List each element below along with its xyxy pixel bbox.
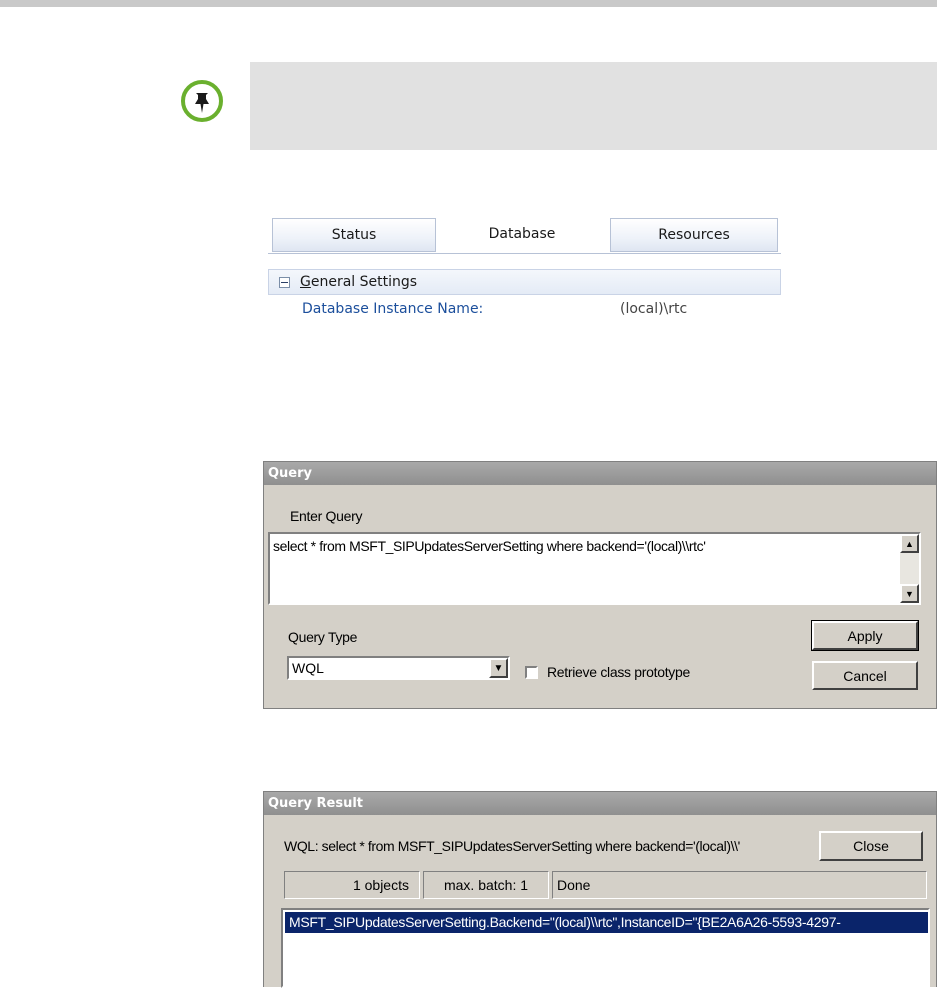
enter-query-label: Enter Query — [290, 508, 363, 524]
group-title: General Settings — [300, 274, 418, 290]
result-status-bar: 1 objects max. batch: 1 Done — [284, 871, 930, 899]
result-list[interactable]: MSFT_SIPUpdatesServerSetting.Backend="(l… — [281, 908, 930, 988]
query-result-dialog: Query Result WQL: select * from MSFT_SIP… — [263, 791, 937, 988]
note-box — [250, 62, 937, 150]
query-state: Done — [552, 871, 927, 899]
scroll-down-icon[interactable]: ▼ — [900, 584, 919, 603]
tab-resources[interactable]: Resources — [610, 218, 778, 252]
query-text[interactable]: select * from MSFT_SIPUpdatesServerSetti… — [273, 538, 706, 554]
query-type-label: Query Type — [288, 629, 358, 645]
query-dialog: Query Enter Query select * from MSFT_SIP… — [263, 461, 937, 709]
batch-size: max. batch: 1 — [423, 871, 549, 899]
setting-value: (local)\rtc — [620, 301, 688, 317]
setting-row-database-instance: Database Instance Name: (local)\rtc — [268, 296, 781, 322]
dropdown-arrow-icon[interactable]: ▼ — [489, 658, 508, 678]
dialog-title: Query — [264, 462, 936, 485]
retrieve-class-prototype-label[interactable]: Retrieve class prototype — [547, 664, 690, 680]
tab-strip: Status Database Resources — [268, 212, 781, 254]
dialog-title: Query Result — [264, 792, 936, 815]
cancel-button[interactable]: Cancel — [812, 661, 918, 690]
query-type-value: WQL — [292, 660, 324, 676]
wql-query-text: WQL: select * from MSFT_SIPUpdatesServer… — [284, 838, 740, 854]
server-properties-panel: Status Database Resources General Settin… — [268, 212, 781, 337]
tab-database[interactable]: Database — [438, 214, 606, 254]
tab-underline — [268, 253, 781, 254]
list-item[interactable]: MSFT_SIPUpdatesServerSetting.Backend="(l… — [285, 912, 928, 933]
minus-box-icon[interactable] — [279, 276, 290, 288]
general-settings-group[interactable]: General Settings — [268, 269, 781, 295]
tab-status[interactable]: Status — [272, 218, 436, 252]
scroll-up-icon[interactable]: ▲ — [900, 534, 919, 553]
retrieve-class-prototype-checkbox[interactable] — [525, 666, 538, 679]
pushpin-note-icon — [181, 80, 223, 122]
apply-button[interactable]: Apply — [811, 620, 919, 651]
object-count: 1 objects — [284, 871, 420, 899]
close-button[interactable]: Close — [819, 831, 923, 861]
top-rule — [0, 0, 937, 7]
query-type-select[interactable]: WQL ▼ — [287, 656, 510, 680]
query-scrollbar[interactable]: ▲ ▼ — [900, 534, 919, 603]
query-textarea[interactable]: select * from MSFT_SIPUpdatesServerSetti… — [268, 532, 921, 605]
setting-label: Database Instance Name: — [302, 301, 484, 317]
